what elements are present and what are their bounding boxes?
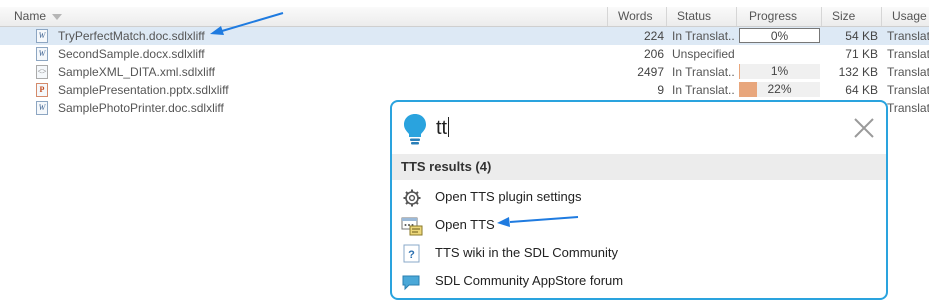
file-usage: Translat (887, 101, 929, 115)
file-status: In Translat... (672, 65, 734, 79)
column-header-name[interactable]: Name (0, 7, 607, 26)
close-icon[interactable] (853, 117, 875, 139)
column-header-status[interactable]: Status (666, 7, 736, 26)
column-header-usage[interactable]: Usage (881, 7, 929, 26)
file-status: In Translat... (672, 29, 734, 43)
file-name: TryPerfectMatch.doc.sdlxliff (58, 29, 205, 43)
forum-chat-icon (402, 275, 420, 291)
word-doc-icon: W (36, 101, 48, 115)
column-header-words[interactable]: Words (607, 7, 666, 26)
result-item-tts-wiki[interactable]: ? TTS wiki in the SDL Community (392, 239, 886, 267)
file-usage: Translat (887, 29, 929, 43)
result-label: Open TTS (435, 217, 495, 232)
result-label: TTS wiki in the SDL Community (435, 245, 619, 260)
powerpoint-doc-icon: P (36, 83, 48, 97)
file-name: SampleXML_DITA.xml.sdlxliff (58, 65, 215, 79)
table-row[interactable]: P SamplePresentation.pptx.sdlxliff 9 In … (0, 81, 929, 99)
file-size: 64 KB (845, 83, 878, 97)
tts-window-icon (401, 217, 423, 236)
grid-header: Name Words Status Progress Size Usage (0, 7, 929, 27)
word-count: 224 (643, 29, 664, 43)
file-name: SamplePresentation.pptx.sdlxliff (58, 83, 229, 97)
search-input[interactable]: tt (436, 117, 450, 140)
column-header-progress[interactable]: Progress (736, 7, 821, 26)
xml-doc-icon: <> (36, 65, 48, 79)
file-size: 54 KB (845, 29, 878, 43)
help-question-icon: ? (403, 244, 420, 263)
svg-text:?: ? (408, 249, 415, 261)
command-search-popup: tt TTS results (4) Open TTS plugin setti… (390, 100, 888, 300)
file-size: 71 KB (845, 47, 878, 61)
column-header-size[interactable]: Size (821, 7, 881, 26)
progress-bar: 22% (739, 82, 820, 97)
table-row[interactable]: W TryPerfectMatch.doc.sdlxliff 224 In Tr… (0, 27, 929, 45)
file-usage: Translat (887, 65, 929, 79)
file-usage: Translat (887, 47, 929, 61)
file-status: Unspecified (672, 47, 734, 61)
word-count: 2497 (637, 65, 664, 79)
file-status: In Translat... (672, 83, 734, 97)
result-item-appstore-forum[interactable]: SDL Community AppStore forum (392, 267, 886, 295)
gear-icon (403, 189, 421, 207)
progress-cell: 0% (738, 27, 821, 45)
progress-bar: 0% (739, 28, 820, 43)
progress-label: 1% (770, 64, 789, 78)
word-doc-icon: W (36, 29, 48, 43)
file-usage: Translat (887, 83, 929, 97)
progress-label: 22% (767, 82, 792, 96)
result-item-open-tts[interactable]: Open TTS (392, 211, 886, 239)
progress-cell: 1% (738, 63, 821, 81)
file-name: SecondSample.docx.sdlxliff (58, 47, 205, 61)
result-item-open-tts-plugin-settings[interactable]: Open TTS plugin settings (392, 183, 886, 211)
result-label: SDL Community AppStore forum (435, 273, 624, 288)
text-caret (448, 117, 450, 137)
progress-cell: 22% (738, 81, 821, 99)
file-size: 132 KB (838, 65, 878, 79)
sort-arrow-icon (52, 13, 63, 20)
lightbulb-icon (404, 114, 426, 145)
table-row[interactable]: <> SampleXML_DITA.xml.sdlxliff 2497 In T… (0, 63, 929, 81)
progress-label: 0% (770, 29, 789, 43)
word-count: 9 (657, 83, 664, 97)
word-doc-icon: W (36, 47, 48, 61)
progress-bar: 1% (739, 64, 820, 79)
results-header: TTS results (4) (392, 154, 886, 180)
word-count: 206 (643, 47, 664, 61)
result-label: Open TTS plugin settings (435, 189, 582, 204)
table-row[interactable]: W SecondSample.docx.sdlxliff 206 Unspeci… (0, 45, 929, 63)
search-query: tt (436, 117, 448, 139)
